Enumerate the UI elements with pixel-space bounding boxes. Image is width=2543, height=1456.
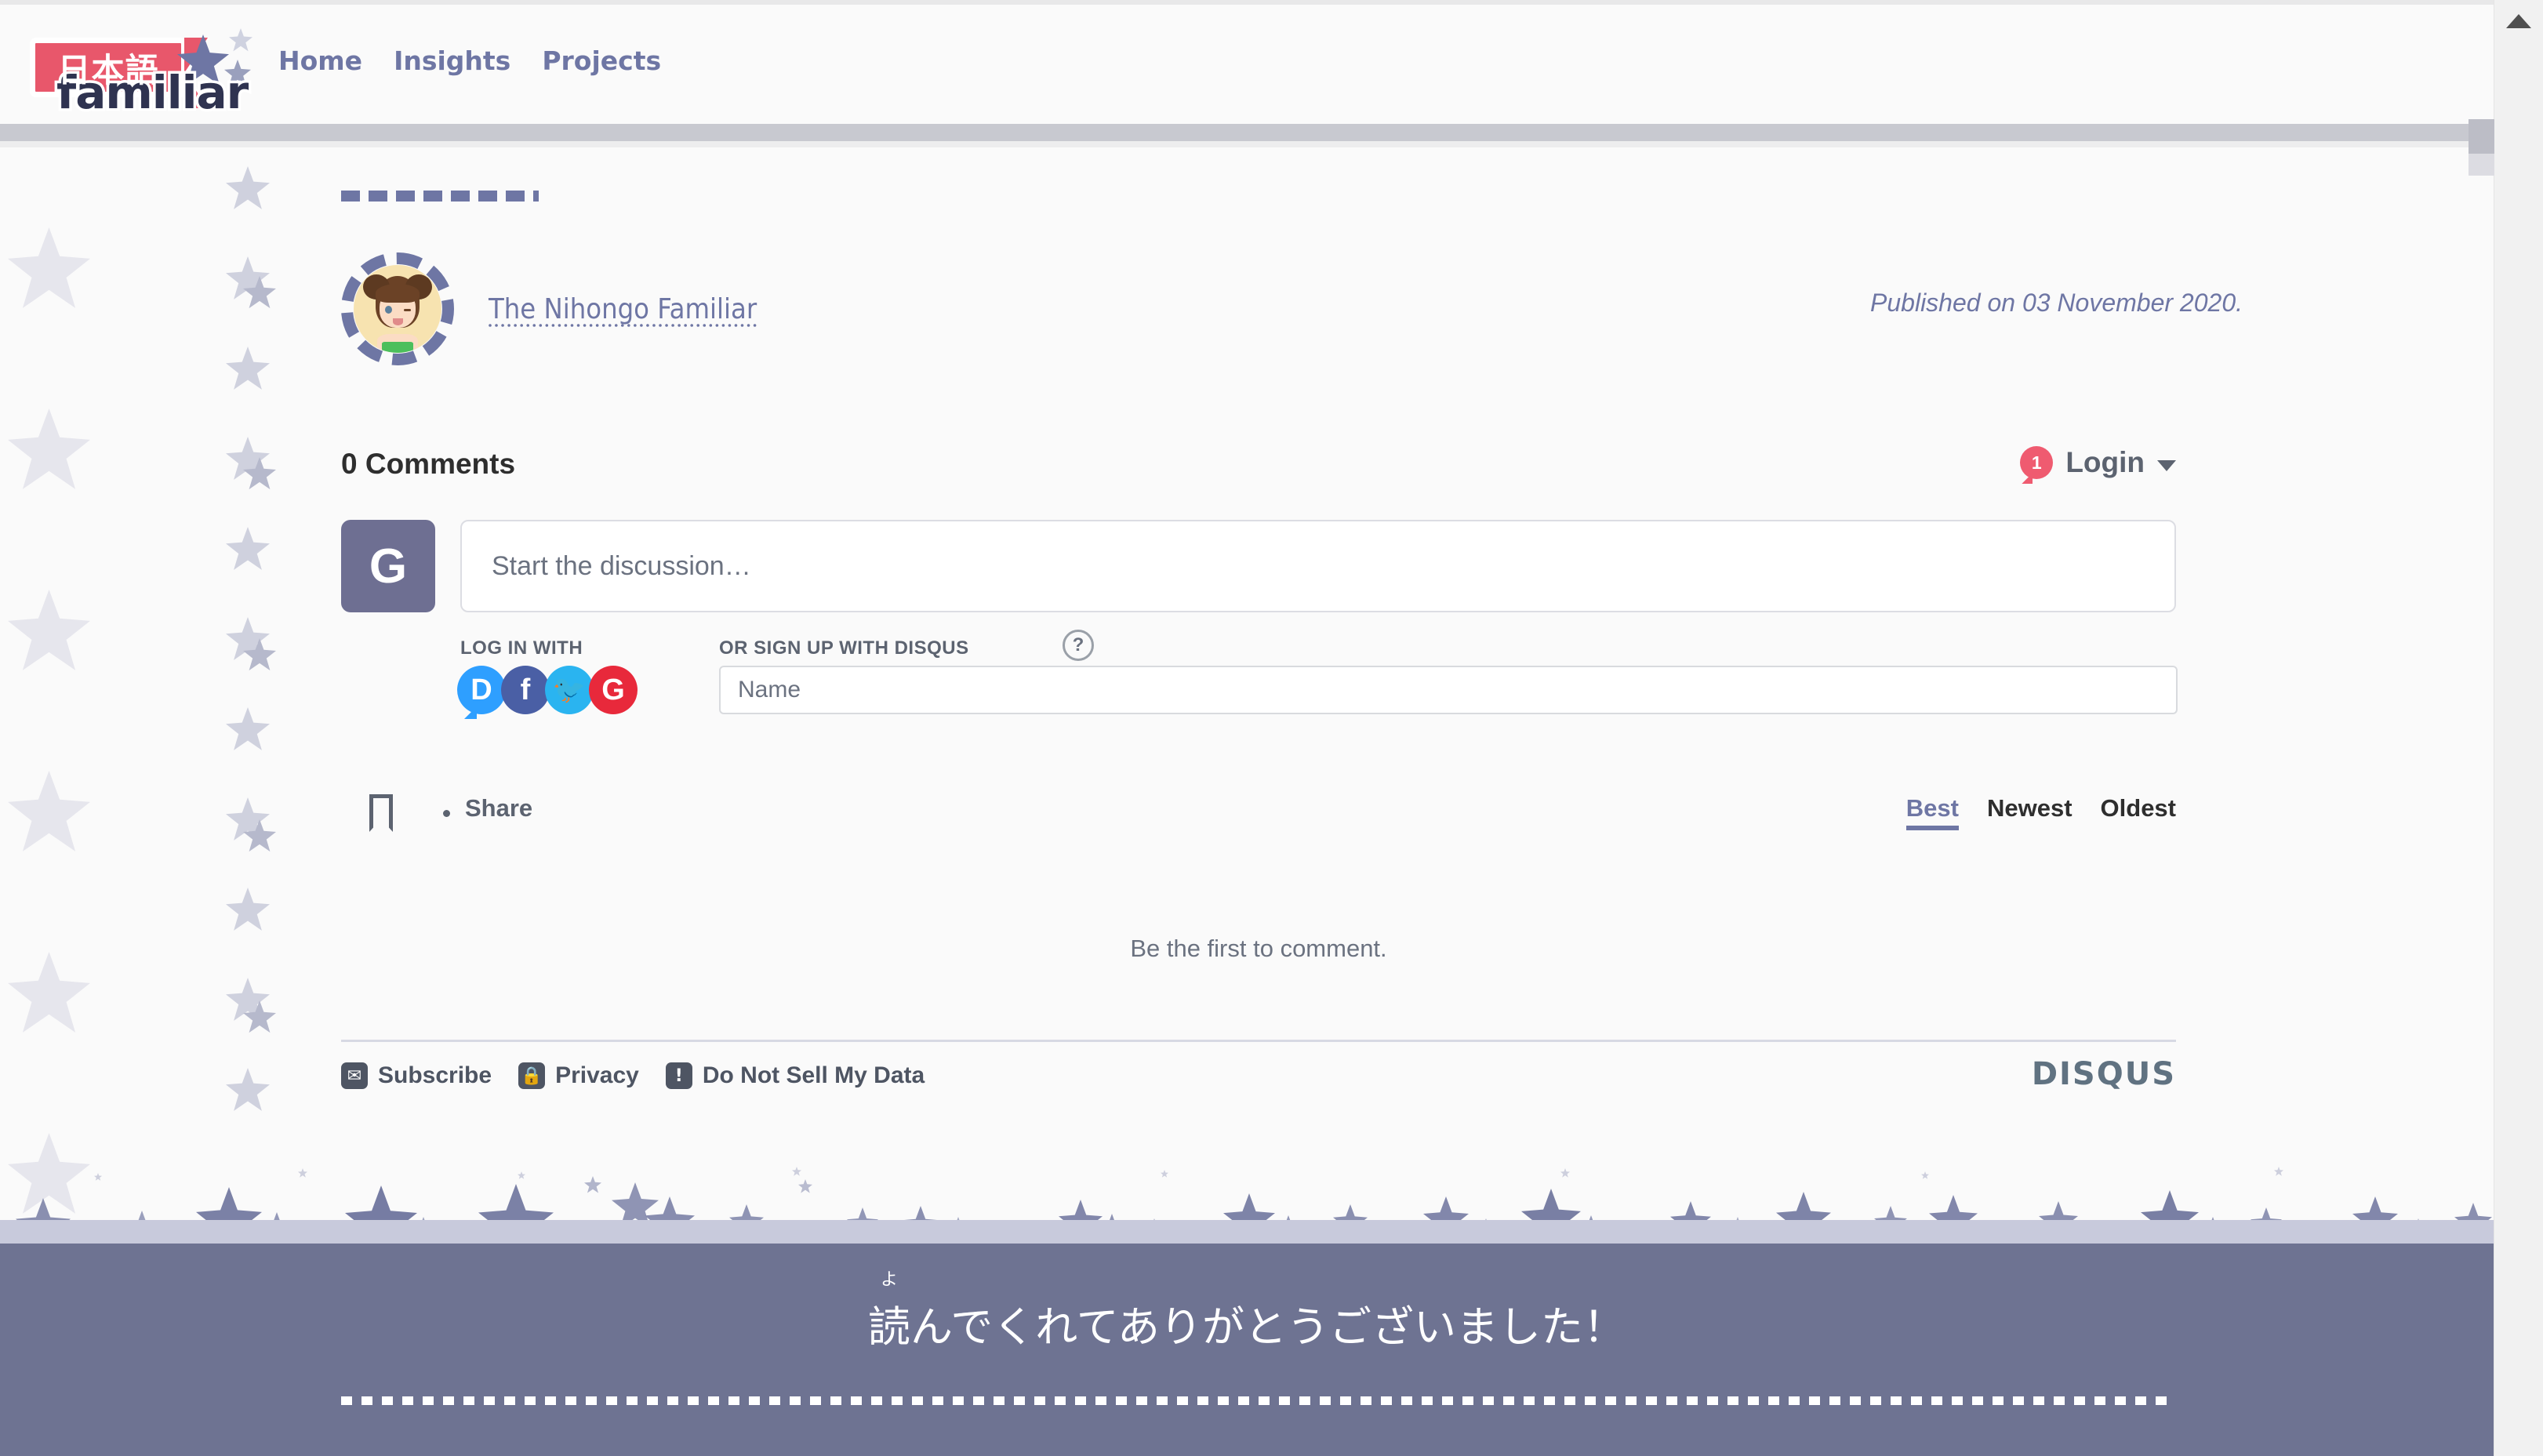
disqus-login-icon[interactable]: D: [457, 666, 506, 714]
name-input[interactable]: Name: [719, 666, 2178, 714]
logo-japanese-text: 日本語: [57, 50, 159, 89]
footer-decorative-star-icon: [1161, 1170, 1168, 1178]
footer-decorative-star-icon: [1560, 1168, 1570, 1178]
avatar: [341, 252, 454, 365]
disqus-logo: DISQUS: [2031, 1056, 2176, 1092]
site-header: 日本語 familiar Home Insights Projects: [0, 5, 2494, 124]
privacy-label: Privacy: [555, 1062, 639, 1088]
footer-kanji: 読: [867, 1302, 910, 1352]
footer-decorative-star-icon: [518, 1171, 525, 1179]
social-login-row: D f 🐦 G: [457, 666, 638, 714]
name-input-placeholder: Name: [738, 677, 801, 703]
furigana: よ: [880, 1270, 898, 1290]
published-date: Published on 03 November 2020.: [1870, 289, 2243, 317]
log-in-with-label: LOG IN WITH: [460, 637, 583, 659]
guest-avatar: G: [341, 520, 435, 612]
share-bullet-icon: [443, 810, 450, 817]
decorative-star-icon: [226, 527, 270, 570]
author-name-link[interactable]: The Nihongo Familiar: [489, 293, 757, 325]
comments-count: 0 Comments: [341, 448, 516, 480]
login-control[interactable]: 1 Login: [2020, 446, 2176, 479]
sign-up-with-disqus-label: OR SIGN UP WITH DISQUS: [719, 637, 969, 659]
site-footer: よ 読 んでくれてありがとうございました！: [0, 1244, 2494, 1456]
sort-tab-oldest[interactable]: Oldest: [2101, 794, 2176, 822]
decorative-star-icon: [226, 1068, 270, 1111]
page-root: 日本語 familiar Home Insights Projects The …: [0, 0, 2543, 1456]
ruby-group: よ 読: [867, 1270, 910, 1354]
do-not-sell-label: Do Not Sell My Data: [702, 1062, 925, 1088]
decorative-star-icon: [8, 590, 90, 670]
main-nav: Home Insights Projects: [278, 45, 661, 76]
share-button[interactable]: Share: [465, 794, 532, 822]
footer-rest-text: んでくれてありがとうございました！: [910, 1302, 1626, 1352]
compose-row: G Start the discussion…: [341, 520, 2176, 612]
nav-item-home[interactable]: Home: [278, 45, 362, 76]
sort-tab-best[interactable]: Best: [1905, 794, 1959, 830]
article-dashed-rule: [341, 191, 539, 202]
logo-star-small-icon: [229, 28, 252, 52]
sort-tab-newest[interactable]: Newest: [1987, 794, 2073, 822]
footer-decorative-star-icon: [94, 1173, 102, 1181]
privacy-link[interactable]: 🔒 Privacy: [518, 1062, 639, 1089]
notification-badge-icon[interactable]: 1: [2020, 446, 2054, 479]
exclamation-icon: !: [665, 1062, 692, 1089]
disqus-footer: ✉ Subscribe 🔒 Privacy ! Do Not Sell My D…: [341, 1040, 2176, 1112]
decorative-star-icon: [226, 707, 270, 750]
twitter-login-icon[interactable]: 🐦: [545, 666, 594, 714]
site-logo[interactable]: 日本語 familiar: [24, 17, 259, 122]
header-divider-band: [0, 124, 2494, 141]
subscribe-label: Subscribe: [378, 1062, 492, 1088]
footer-decorative-star-icon: [2274, 1167, 2283, 1176]
chevron-down-icon[interactable]: [2157, 460, 2176, 471]
scrollbar-thumb[interactable]: [2469, 119, 2494, 154]
footer-decorative-star-icon: [584, 1176, 601, 1193]
nav-item-insights[interactable]: Insights: [394, 45, 510, 76]
comment-input-placeholder: Start the discussion…: [492, 550, 751, 581]
decorative-star-icon: [226, 166, 270, 209]
footer-decorative-star-icon: [798, 1179, 812, 1193]
envelope-icon: ✉: [341, 1062, 368, 1089]
login-options: LOG IN WITH OR SIGN UP WITH DISQUS ? D f…: [457, 630, 2178, 732]
empty-state-text: Be the first to comment.: [1130, 935, 1387, 962]
share-and-sort-row: Share Best Newest Oldest: [341, 793, 2176, 844]
scrollbar-thumb-lower[interactable]: [2469, 154, 2494, 176]
footer-decorative-star-icon: [1921, 1171, 1929, 1179]
footer-decorative-star-icon: [792, 1167, 801, 1176]
do-not-sell-link[interactable]: ! Do Not Sell My Data: [665, 1062, 925, 1089]
disqus-footer-links: ✉ Subscribe 🔒 Privacy ! Do Not Sell My D…: [341, 1062, 925, 1089]
facebook-login-icon[interactable]: f: [501, 666, 550, 714]
scroll-up-arrow-icon[interactable]: [2506, 14, 2531, 28]
bookmark-icon[interactable]: [369, 794, 393, 832]
footer-thanks-text: よ 読 んでくれてありがとうございました！: [0, 1270, 2494, 1354]
header-divider-band-light: [0, 141, 2494, 147]
avatar-dashed-ring: [341, 252, 454, 365]
decorative-star-icon: [226, 888, 270, 931]
vertical-scrollbar[interactable]: [2469, 0, 2543, 1456]
decorative-star-icon: [8, 771, 90, 851]
decorative-star-icon: [8, 408, 90, 489]
sort-tabs: Best Newest Oldest: [1905, 794, 2176, 830]
footer-lavender-band: [0, 1220, 2494, 1244]
subscribe-link[interactable]: ✉ Subscribe: [341, 1062, 492, 1089]
decorative-star-icon: [8, 952, 90, 1033]
comment-input[interactable]: Start the discussion…: [460, 520, 2176, 612]
lock-icon: 🔒: [518, 1062, 546, 1089]
decorative-star-icon: [226, 347, 270, 390]
footer-decorative-star-icon: [298, 1168, 307, 1178]
help-icon[interactable]: ?: [1063, 630, 1094, 661]
disqus-header: 0 Comments 1 Login: [341, 443, 2176, 503]
login-label[interactable]: Login: [2065, 446, 2145, 479]
author-row: The Nihongo Familiar: [341, 252, 757, 365]
footer-dashed-rule: [341, 1396, 2176, 1405]
disqus-widget: 0 Comments 1 Login G Start the discussio…: [341, 443, 2178, 1112]
nav-item-projects[interactable]: Projects: [542, 45, 661, 76]
google-login-icon[interactable]: G: [589, 666, 638, 714]
decorative-star-icon: [8, 227, 90, 308]
